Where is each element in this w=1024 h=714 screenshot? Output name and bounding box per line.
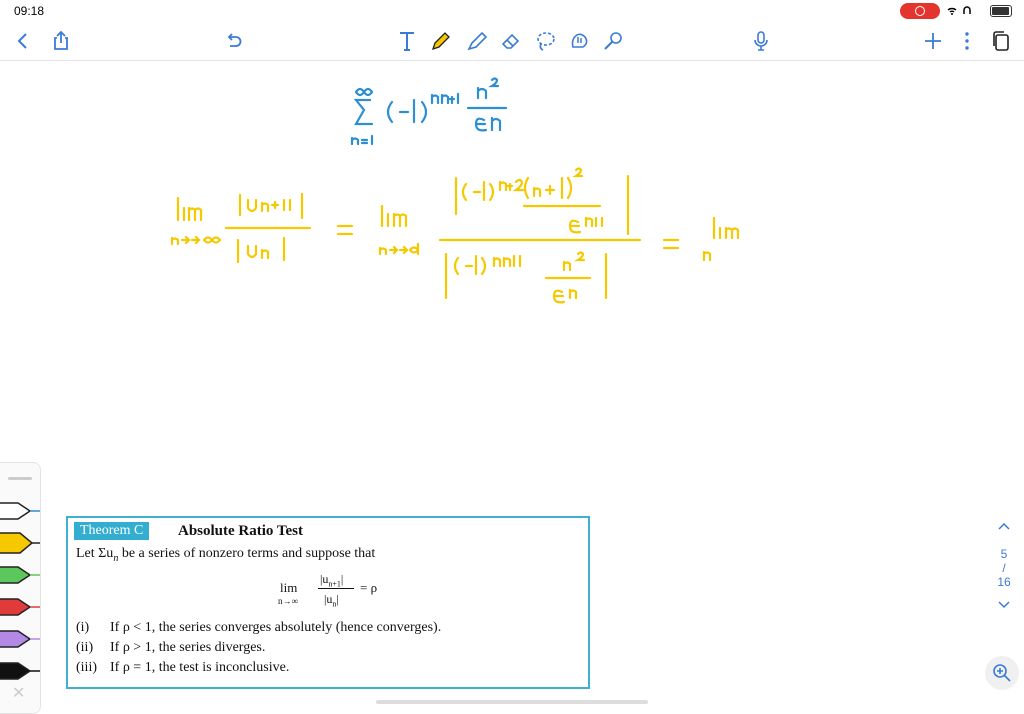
battery-icon [990,5,1012,17]
ratio-formula: lim n→∞ |un+1| |un| = ρ [278,572,378,609]
page-total: 16 [997,575,1011,589]
page-navigator: 5 / 16 [984,520,1024,614]
page-down-icon[interactable] [984,599,1024,614]
palette-grip[interactable] [8,477,32,480]
page-separator: / [1002,561,1006,575]
laser-tool-icon[interactable] [598,26,628,56]
theorem-item-3: (iii) If ρ = 1, the test is inconclusive. [76,660,290,675]
pen-palette: ✕ [0,462,41,714]
wifi-icon [944,2,984,21]
pen-purple[interactable] [0,627,40,651]
shape-tool-icon[interactable] [564,26,594,56]
zoom-icon[interactable] [985,656,1019,690]
home-indicator [376,700,648,704]
close-palette-icon[interactable]: ✕ [12,683,25,703]
highlighter-tool-icon[interactable] [462,26,492,56]
status-bar: 09:18 [0,0,1024,22]
page-up-icon[interactable] [984,520,1024,535]
pen-blue-outline[interactable] [0,499,40,523]
screen-recording-icon [900,3,940,19]
pen-tool-icon[interactable] [426,26,456,56]
series-ink [350,77,508,146]
theorem-box: Theorem C Absolute Ratio Test Let Σun be… [66,516,590,689]
theorem-intro: Let Σun be a series of nonzero terms and… [76,546,376,564]
status-time: 09:18 [14,4,45,18]
back-icon[interactable] [8,26,38,56]
pen-green[interactable] [0,563,40,587]
more-icon[interactable] [952,26,982,56]
pen-black[interactable] [0,659,40,683]
pen-yellow[interactable] [0,531,40,555]
theorem-tag: Theorem C [74,522,150,540]
add-page-icon[interactable] [918,26,948,56]
top-toolbar [0,22,1024,61]
theorem-title: Absolute Ratio Test [178,523,304,539]
eraser-tool-icon[interactable] [496,26,526,56]
text-tool-icon[interactable] [392,26,422,56]
pages-icon[interactable] [986,26,1016,56]
theorem-item-1: (i) If ρ < 1, the series converges absolu… [76,620,442,635]
pen-red[interactable] [0,595,40,619]
lasso-tool-icon[interactable] [530,26,560,56]
ratio-ink [170,167,740,304]
share-icon[interactable] [46,26,76,56]
mic-icon[interactable] [746,26,776,56]
undo-icon[interactable] [218,26,248,56]
theorem-item-2: (ii) If ρ > 1, the series diverges. [76,640,266,655]
page-current: 5 [1000,547,1008,561]
